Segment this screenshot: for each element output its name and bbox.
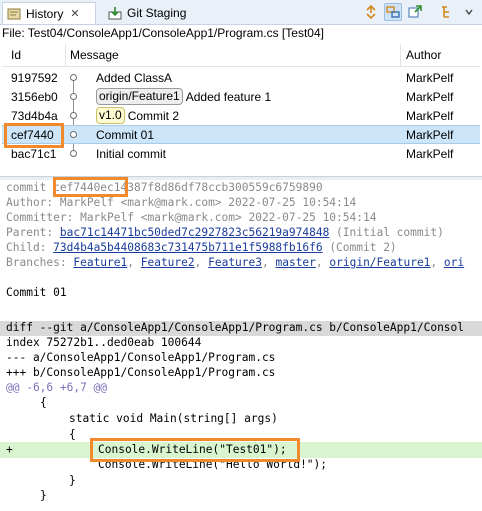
parent-line: Parent: bac71c14471bc50ded7c2927823c5621… <box>6 226 444 239</box>
history-icon <box>7 7 21 21</box>
highlight-box <box>53 177 128 197</box>
commit-message: v1.0 Commit 2 <box>96 107 179 124</box>
branch-link[interactable]: Feature1 <box>73 256 127 269</box>
branch-link[interactable]: Feature2 <box>141 256 195 269</box>
parent-commit-link[interactable]: bac71c14471bc50ded7c2927823c56219a974848 <box>60 226 329 239</box>
commit-message: Added ClassA <box>96 69 172 86</box>
compare-mode-icon[interactable] <box>406 3 424 21</box>
close-icon[interactable]: ✕ <box>70 7 79 20</box>
commit-message-text: Commit 01 <box>96 127 155 142</box>
table-header: Id Message Author <box>2 44 480 67</box>
author-line: Author: MarkPelf <mark@mark.com> 2022-07… <box>6 196 357 209</box>
code-line: } <box>69 474 76 487</box>
commit-message: origin/Feature1 Added feature 1 <box>96 88 271 105</box>
commit-node <box>70 93 77 100</box>
column-header-message[interactable]: Message <box>70 48 119 62</box>
commit-node <box>70 150 77 157</box>
branches-line: Branches: Feature1, Feature2, Feature3, … <box>6 256 465 269</box>
commit-author: MarkPelf <box>406 71 454 85</box>
column-header-id[interactable]: Id <box>11 48 21 62</box>
column-divider[interactable] <box>65 44 66 66</box>
branch-link[interactable]: Feature3 <box>208 256 262 269</box>
column-divider[interactable] <box>400 44 401 66</box>
code-line: } <box>40 489 47 502</box>
commit-id: 9197592 <box>11 71 58 85</box>
commit-node <box>70 131 77 138</box>
table-row[interactable]: 73d4b4a v1.0 Commit 2 MarkPelf <box>2 106 480 125</box>
menu-icon[interactable] <box>460 3 478 21</box>
tab-history-label: History <box>26 6 64 21</box>
commit-author: MarkPelf <box>406 128 454 142</box>
hunk-header: @@ -6,6 +6,7 @@ <box>6 381 108 394</box>
old-file-line: --- a/ConsoleApp1/ConsoleApp1/Program.cs <box>6 351 276 364</box>
commit-id: 73d4b4a <box>11 109 58 123</box>
commit-message-body: Commit 01 <box>6 286 67 299</box>
table-row[interactable]: bac71c1 Initial commit MarkPelf <box>2 144 480 163</box>
tab-history[interactable]: History ✕ <box>2 2 96 24</box>
file-path-label: File: Test04/ConsoleApp1/ConsoleApp1/Pro… <box>2 26 324 40</box>
sync-icon[interactable] <box>362 3 380 21</box>
remote-branch-ref: origin/Feature1 <box>96 88 183 105</box>
commit-id: 3156eb0 <box>11 90 58 104</box>
table-row[interactable]: 3156eb0 origin/Feature1 Added feature 1 … <box>2 87 480 106</box>
child-commit-link[interactable]: 73d4b4a5b4408683c731475b711e1f5988fb16f6 <box>53 241 322 254</box>
committer-line: Committer: MarkPelf <mark@mark.com> 2022… <box>6 211 377 224</box>
history-view: History ✕ Git Staging File: Test04/Conso… <box>0 0 482 511</box>
commit-message-text: Added feature 1 <box>185 89 272 104</box>
commit-table: Id Message Author 9197592 Added ClassA M… <box>2 44 480 174</box>
tab-git-staging[interactable]: Git Staging <box>104 2 194 24</box>
branch-link[interactable]: master <box>275 256 315 269</box>
branch-link[interactable]: origin/Feature1 <box>329 256 430 269</box>
filter-icon[interactable] <box>438 3 456 21</box>
view-tab-bar: History ✕ Git Staging <box>0 0 482 25</box>
highlight-box <box>4 123 64 148</box>
tab-git-staging-label: Git Staging <box>127 6 187 20</box>
diff-marker: + <box>6 443 13 456</box>
commit-author: MarkPelf <box>406 147 454 161</box>
table-row-selected[interactable]: cef7440 Commit 01 MarkPelf <box>2 125 480 144</box>
code-line: { <box>40 396 47 409</box>
toolbar-separator <box>428 3 434 21</box>
tag-ref: v1.0 <box>96 107 125 124</box>
code-line: { <box>69 428 76 441</box>
link-with-selection-icon[interactable] <box>384 3 402 21</box>
column-header-author[interactable]: Author <box>406 48 441 62</box>
view-toolbar <box>362 3 478 21</box>
diff-header: diff --git a/ConsoleApp1/ConsoleApp1/Pro… <box>6 321 465 334</box>
highlight-box <box>90 438 300 462</box>
child-line: Child: 73d4b4a5b4408683c731475b711e1f598… <box>6 241 397 254</box>
commit-node <box>70 74 77 81</box>
commit-message: Initial commit <box>96 145 166 162</box>
index-line: index 75272b1..ded0eab 100644 <box>6 336 202 349</box>
git-staging-icon <box>108 6 122 20</box>
table-row[interactable]: 9197592 Added ClassA MarkPelf <box>2 68 480 87</box>
branch-link[interactable]: ori <box>444 256 464 269</box>
new-file-line: +++ b/ConsoleApp1/ConsoleApp1/Program.cs <box>6 366 276 379</box>
commit-message: Commit 01 <box>96 126 154 143</box>
code-line: static void Main(string[] args) <box>69 412 278 425</box>
commit-author: MarkPelf <box>406 90 454 104</box>
commit-node <box>70 112 77 119</box>
commit-message-text: Initial commit <box>96 146 167 161</box>
commit-message-text: Commit 2 <box>127 108 180 123</box>
commit-author: MarkPelf <box>406 109 454 123</box>
commit-message-text: Added ClassA <box>96 70 173 85</box>
commit-id: bac71c1 <box>11 147 57 161</box>
